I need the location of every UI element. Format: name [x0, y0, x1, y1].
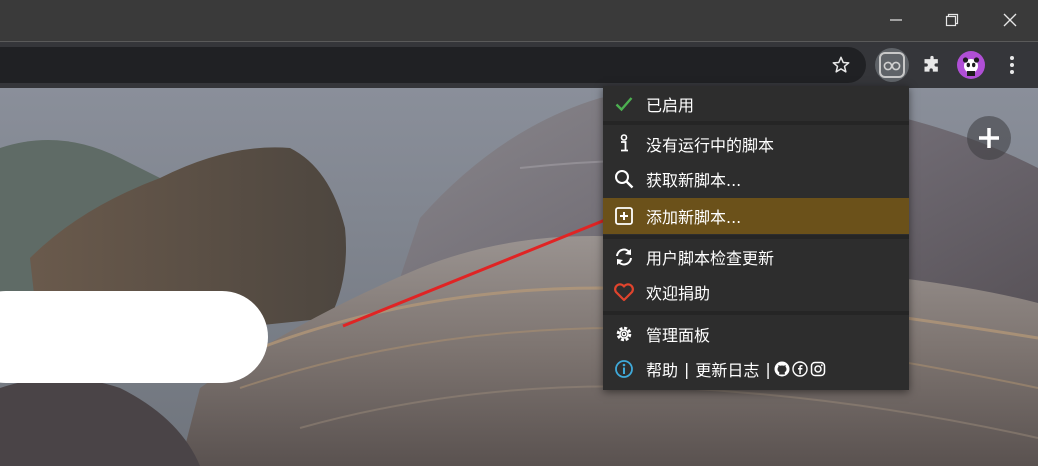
restore-button[interactable] — [929, 0, 975, 40]
minimize-button[interactable] — [873, 0, 919, 40]
menu-divider — [603, 235, 909, 239]
address-bar[interactable] — [0, 47, 866, 83]
changelog-link[interactable]: 更新日志 — [695, 357, 759, 381]
refresh-icon — [613, 246, 635, 268]
menu-item-label: 添加新脚本... — [646, 208, 742, 227]
menu-item-label: 管理面板 — [646, 326, 711, 345]
minimize-icon — [890, 19, 902, 21]
restore-icon — [945, 13, 959, 27]
menu-item-no-running-scripts: 没有运行中的脚本 — [603, 127, 909, 161]
browser-menu-button[interactable] — [996, 49, 1028, 81]
menu-footer-links: 帮助 | 更新日志 | — [603, 352, 909, 386]
heart-icon — [613, 281, 635, 303]
search-box[interactable] — [0, 291, 268, 383]
profile-avatar[interactable] — [957, 51, 985, 79]
info-i-icon — [613, 133, 635, 155]
menu-item-enabled[interactable]: 已启用 — [603, 87, 909, 121]
menu-item-dashboard[interactable]: 管理面板 — [603, 317, 909, 351]
facebook-icon[interactable] — [792, 361, 808, 377]
bookmark-button[interactable] — [825, 49, 857, 81]
footer-line: 帮助 | 更新日志 | — [646, 357, 826, 381]
footer-separator: | — [684, 359, 690, 379]
menu-item-label: 没有运行中的脚本 — [646, 136, 775, 155]
menu-item-label: 获取新脚本... — [646, 171, 742, 190]
menu-item-check-updates[interactable]: 用户脚本检查更新 — [603, 240, 909, 274]
star-outline-icon — [832, 56, 850, 73]
instagram-icon[interactable] — [810, 361, 826, 377]
add-shortcut-button[interactable] — [967, 116, 1011, 160]
menu-divider — [603, 311, 909, 315]
puzzle-icon — [924, 55, 938, 72]
menu-item-add-new-script[interactable]: 添加新脚本... — [603, 198, 909, 234]
help-link[interactable]: 帮助 — [646, 357, 678, 381]
menu-item-label: 欢迎捐助 — [646, 284, 711, 303]
close-button[interactable] — [987, 0, 1033, 40]
add-script-icon — [613, 205, 635, 227]
kebab-menu-icon — [1010, 56, 1014, 74]
footer-separator: | — [765, 359, 771, 379]
menu-item-donate[interactable]: 欢迎捐助 — [603, 275, 909, 309]
menu-divider — [603, 121, 909, 125]
search-icon — [613, 168, 635, 190]
plus-icon — [979, 128, 999, 148]
panda-avatar-icon — [962, 57, 980, 76]
tampermonkey-icon — [879, 52, 905, 78]
tampermonkey-extension-button[interactable] — [875, 48, 909, 82]
menu-item-label: 用户脚本检查更新 — [646, 249, 775, 268]
checkmark-icon — [613, 93, 635, 115]
browser-toolbar — [0, 42, 1038, 88]
info-circle-icon — [613, 358, 635, 380]
close-icon — [1003, 13, 1017, 27]
github-icon[interactable] — [774, 361, 790, 377]
tampermonkey-popup-menu: 已启用 没有运行中的脚本 获取新脚本... 添加新脚本... 用户脚本检查更新 … — [603, 86, 909, 390]
extensions-button[interactable] — [916, 49, 948, 81]
menu-item-get-new-scripts[interactable]: 获取新脚本... — [603, 162, 909, 196]
gear-icon — [613, 323, 635, 345]
menu-item-label: 已启用 — [646, 96, 695, 115]
window-title-bar — [0, 0, 1038, 42]
